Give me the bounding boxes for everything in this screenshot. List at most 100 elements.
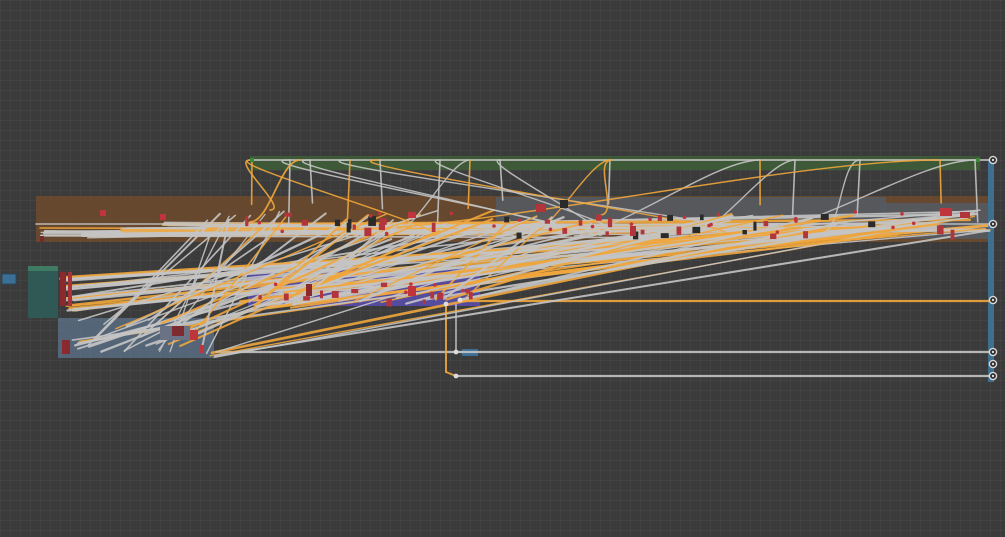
node-20[interactable] [770,233,777,240]
node-65[interactable] [431,222,436,233]
node-24[interactable] [379,218,387,225]
node-84[interactable] [331,290,339,298]
node-75[interactable] [437,292,444,300]
node-49[interactable] [763,221,769,227]
node-37[interactable] [284,212,292,217]
node-5[interactable] [62,340,70,354]
socket-18[interactable] [709,222,713,227]
node-91[interactable] [560,200,568,208]
socket-33[interactable] [377,211,382,216]
node-82[interactable] [422,299,426,304]
socket-57[interactable] [891,225,895,230]
node-76[interactable] [351,288,359,294]
socket-14[interactable] [492,224,496,228]
socket-61[interactable] [648,217,652,222]
node-25[interactable] [245,216,249,227]
socket-50[interactable] [590,224,595,229]
socket-13[interactable] [900,212,904,216]
socket-54[interactable] [517,218,522,222]
node-47[interactable] [605,231,609,236]
socket-36[interactable] [368,213,373,218]
node-2[interactable] [40,236,44,242]
node-90[interactable] [536,204,546,212]
node-45[interactable] [820,213,829,220]
socket-72[interactable] [409,282,413,286]
node-81[interactable] [258,295,262,300]
socket-62[interactable] [911,221,916,226]
node-42[interactable] [692,226,701,234]
socket-19[interactable] [629,222,634,226]
node-23[interactable] [667,214,674,221]
socket-32[interactable] [257,220,262,225]
node-94[interactable] [940,208,952,216]
node-41[interactable] [753,221,757,231]
node-39[interactable] [562,228,568,234]
socket-74[interactable] [273,282,278,287]
node-30[interactable] [368,216,376,226]
reroute-dot[interactable] [443,301,449,307]
reroute-dot[interactable] [457,297,463,303]
node-16[interactable] [700,214,704,221]
node-55[interactable] [301,219,308,226]
node-53[interactable] [950,229,955,240]
node-8[interactable] [172,326,184,336]
frame-teal-header[interactable] [28,266,58,271]
node-10[interactable] [936,225,944,235]
node-71[interactable] [380,282,388,287]
node-26[interactable] [504,216,510,223]
node-77[interactable] [430,291,435,299]
node-88[interactable] [306,284,312,296]
socket-31[interactable] [775,230,780,234]
node-1[interactable] [68,272,72,306]
reroute-dot[interactable] [453,349,459,355]
socket-83[interactable] [460,288,465,293]
socket-44[interactable] [548,227,553,232]
node-79[interactable] [320,290,324,299]
node-96[interactable] [250,158,254,162]
socket-28[interactable] [280,229,285,234]
node-56[interactable] [640,229,645,235]
node-21[interactable] [742,229,747,235]
socket-34[interactable] [716,212,721,217]
node-73[interactable] [386,298,392,307]
input-node[interactable] [1,273,17,285]
socket-85[interactable] [432,283,437,287]
node-60[interactable] [657,214,662,221]
socket-35[interactable] [853,210,858,214]
node-92[interactable] [408,212,416,218]
node-64[interactable] [596,214,602,221]
node-6[interactable] [200,345,204,353]
node-9[interactable] [190,330,198,340]
node-editor-canvas[interactable] [0,0,1005,537]
node-89[interactable] [408,286,416,296]
node-67[interactable] [803,231,809,239]
node-95[interactable] [960,212,970,218]
node-15[interactable] [364,227,372,237]
socket-51[interactable] [682,215,687,220]
node-86[interactable] [465,289,471,294]
socket-87[interactable] [404,290,408,295]
reroute-dot[interactable] [453,373,459,379]
node-22[interactable] [868,221,876,228]
frame-teal[interactable] [28,270,58,318]
socket-63[interactable] [793,216,798,221]
node-78[interactable] [283,293,289,301]
node-29[interactable] [352,224,356,230]
node-59[interactable] [578,220,583,226]
node-48[interactable] [607,217,613,228]
node-27[interactable] [676,226,682,235]
node-66[interactable] [660,233,669,239]
socket-58[interactable] [384,231,389,236]
node-97[interactable] [976,158,980,162]
node-52[interactable] [334,219,341,227]
node-93[interactable] [630,226,636,236]
node-80[interactable] [303,296,310,301]
node-3[interactable] [100,210,106,216]
socket-40[interactable] [449,211,454,216]
node-0[interactable] [60,272,66,306]
node-4[interactable] [160,214,166,220]
node-68[interactable] [378,224,386,231]
node-43[interactable] [544,219,550,224]
node-46[interactable] [516,232,522,239]
node-graph[interactable] [0,0,1005,537]
